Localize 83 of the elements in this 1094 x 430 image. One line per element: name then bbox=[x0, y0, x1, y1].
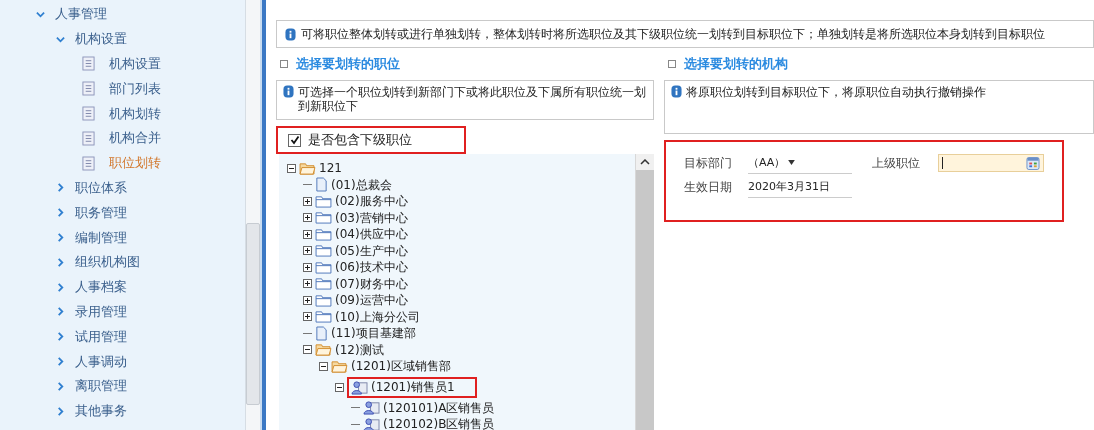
tree-node[interactable]: (06)技术中心 bbox=[335, 260, 408, 275]
folder-icon bbox=[315, 310, 332, 324]
sidebar-group[interactable]: 离职管理 bbox=[75, 377, 127, 396]
sidebar-item[interactable]: 机构划转 bbox=[109, 104, 161, 123]
folder-icon bbox=[315, 244, 332, 258]
document-icon bbox=[82, 130, 95, 146]
section-title: 选择要划转的机构 bbox=[684, 55, 788, 73]
info-text: 可选择一个职位划转到新部门下或将此职位及下属所有职位统一划到新职位下 bbox=[298, 85, 647, 113]
sidebar-group[interactable]: 职位体系 bbox=[75, 178, 127, 197]
field-label: 上级职位 bbox=[872, 154, 921, 172]
expand-icon[interactable] bbox=[303, 213, 312, 223]
sidebar-group[interactable]: 人事管理 bbox=[55, 5, 107, 24]
collapse-icon[interactable] bbox=[335, 382, 344, 392]
scrollbar[interactable] bbox=[635, 154, 654, 430]
open-folder-icon bbox=[315, 343, 332, 357]
expand-icon[interactable] bbox=[303, 295, 312, 305]
sidebar-group[interactable]: 机构设置 bbox=[75, 30, 127, 49]
date-field[interactable]: 2020年3月31日 bbox=[748, 176, 852, 198]
info-text: 将原职位划转到目标职位下，将原职位自动执行撤销操作 bbox=[686, 85, 986, 99]
tree-node[interactable]: (09)运营中心 bbox=[335, 293, 408, 308]
document-icon bbox=[82, 81, 95, 97]
sidebar-item[interactable]: 机构合并 bbox=[109, 129, 161, 148]
folder-icon bbox=[315, 227, 332, 241]
tree-node[interactable]: (04)供应中心 bbox=[335, 227, 408, 242]
scrollbar[interactable] bbox=[245, 0, 260, 430]
collapse-icon[interactable] bbox=[303, 345, 312, 355]
calendar-icon[interactable] bbox=[1026, 156, 1040, 170]
field-label: 目标部门 bbox=[684, 154, 733, 172]
tree-node[interactable]: (03)营销中心 bbox=[335, 210, 408, 225]
open-folder-icon bbox=[331, 359, 348, 373]
sidebar-group[interactable]: 录用管理 bbox=[75, 302, 127, 321]
sidebar-group[interactable]: 编制管理 bbox=[75, 228, 127, 247]
tree-node[interactable]: 121 bbox=[319, 161, 342, 176]
document-icon bbox=[315, 325, 328, 341]
person-card-icon bbox=[363, 400, 380, 416]
sidebar-group[interactable]: 职务管理 bbox=[75, 203, 127, 222]
expand-icon[interactable] bbox=[303, 279, 312, 289]
info-text: 可将职位整体划转或进行单独划转，整体划转时将所选职位及其下级职位统一划转到目标职位下；单独划转是将所选职位本身划转到目标职位 bbox=[301, 25, 1045, 43]
expand-icon[interactable] bbox=[303, 262, 312, 272]
sidebar-item[interactable]: 机构设置 bbox=[109, 55, 161, 73]
input-field[interactable] bbox=[938, 154, 1044, 172]
document-icon bbox=[82, 155, 95, 171]
sidebar-group[interactable]: 组织机构图 bbox=[75, 253, 140, 272]
tree-node[interactable]: (11)项目基建部 bbox=[331, 326, 416, 341]
tree-node[interactable]: (120102)B区销售员 bbox=[383, 417, 495, 430]
tree-node[interactable]: (12)测试 bbox=[335, 342, 384, 357]
tree-node[interactable]: (05)生产中心 bbox=[335, 243, 408, 258]
collapse-icon[interactable] bbox=[319, 361, 328, 371]
section-title: 选择要划转的职位 bbox=[296, 55, 400, 73]
folder-icon bbox=[315, 277, 332, 291]
folder-icon bbox=[315, 260, 332, 274]
tree-node[interactable]: (07)财务中心 bbox=[335, 276, 408, 291]
sidebar-item[interactable]: 部门列表 bbox=[109, 79, 161, 98]
caret-icon bbox=[788, 160, 796, 165]
folder-icon bbox=[315, 293, 332, 307]
expand-icon[interactable] bbox=[303, 229, 312, 239]
info-icon bbox=[671, 85, 682, 98]
document-icon bbox=[82, 106, 95, 122]
dropdown[interactable]: （AA） bbox=[748, 152, 852, 174]
expand-icon[interactable] bbox=[303, 196, 312, 206]
document-icon bbox=[82, 56, 95, 72]
open-folder-icon bbox=[299, 161, 316, 175]
collapse-icon[interactable] bbox=[287, 163, 296, 173]
sidebar-group[interactable]: 人事档案 bbox=[75, 278, 127, 297]
folder-icon bbox=[315, 211, 332, 225]
sidebar-group[interactable]: 其他事务 bbox=[75, 402, 127, 421]
tree-node[interactable]: (01)总裁会 bbox=[331, 177, 392, 192]
expand-icon[interactable] bbox=[303, 246, 312, 256]
field-label: 生效日期 bbox=[684, 178, 733, 196]
tree-node[interactable]: (02)服务中心 bbox=[335, 194, 408, 209]
sidebar-group[interactable]: 人事调动 bbox=[75, 352, 127, 371]
tree-node[interactable]: (1201)区域销售部 bbox=[351, 359, 451, 374]
person-card-icon bbox=[351, 379, 368, 395]
expand-icon[interactable] bbox=[303, 312, 312, 322]
document-icon bbox=[315, 177, 328, 193]
tree-node[interactable]: (10)上海分公司 bbox=[335, 309, 420, 324]
info-icon bbox=[285, 27, 296, 41]
sidebar-group[interactable]: 试用管理 bbox=[75, 327, 127, 346]
checkbox[interactable] bbox=[288, 133, 301, 147]
folder-icon bbox=[315, 194, 332, 208]
info-icon bbox=[283, 85, 294, 98]
tree-node[interactable]: (120101)A区销售员 bbox=[383, 400, 495, 415]
scroll-up-icon[interactable] bbox=[636, 154, 654, 170]
